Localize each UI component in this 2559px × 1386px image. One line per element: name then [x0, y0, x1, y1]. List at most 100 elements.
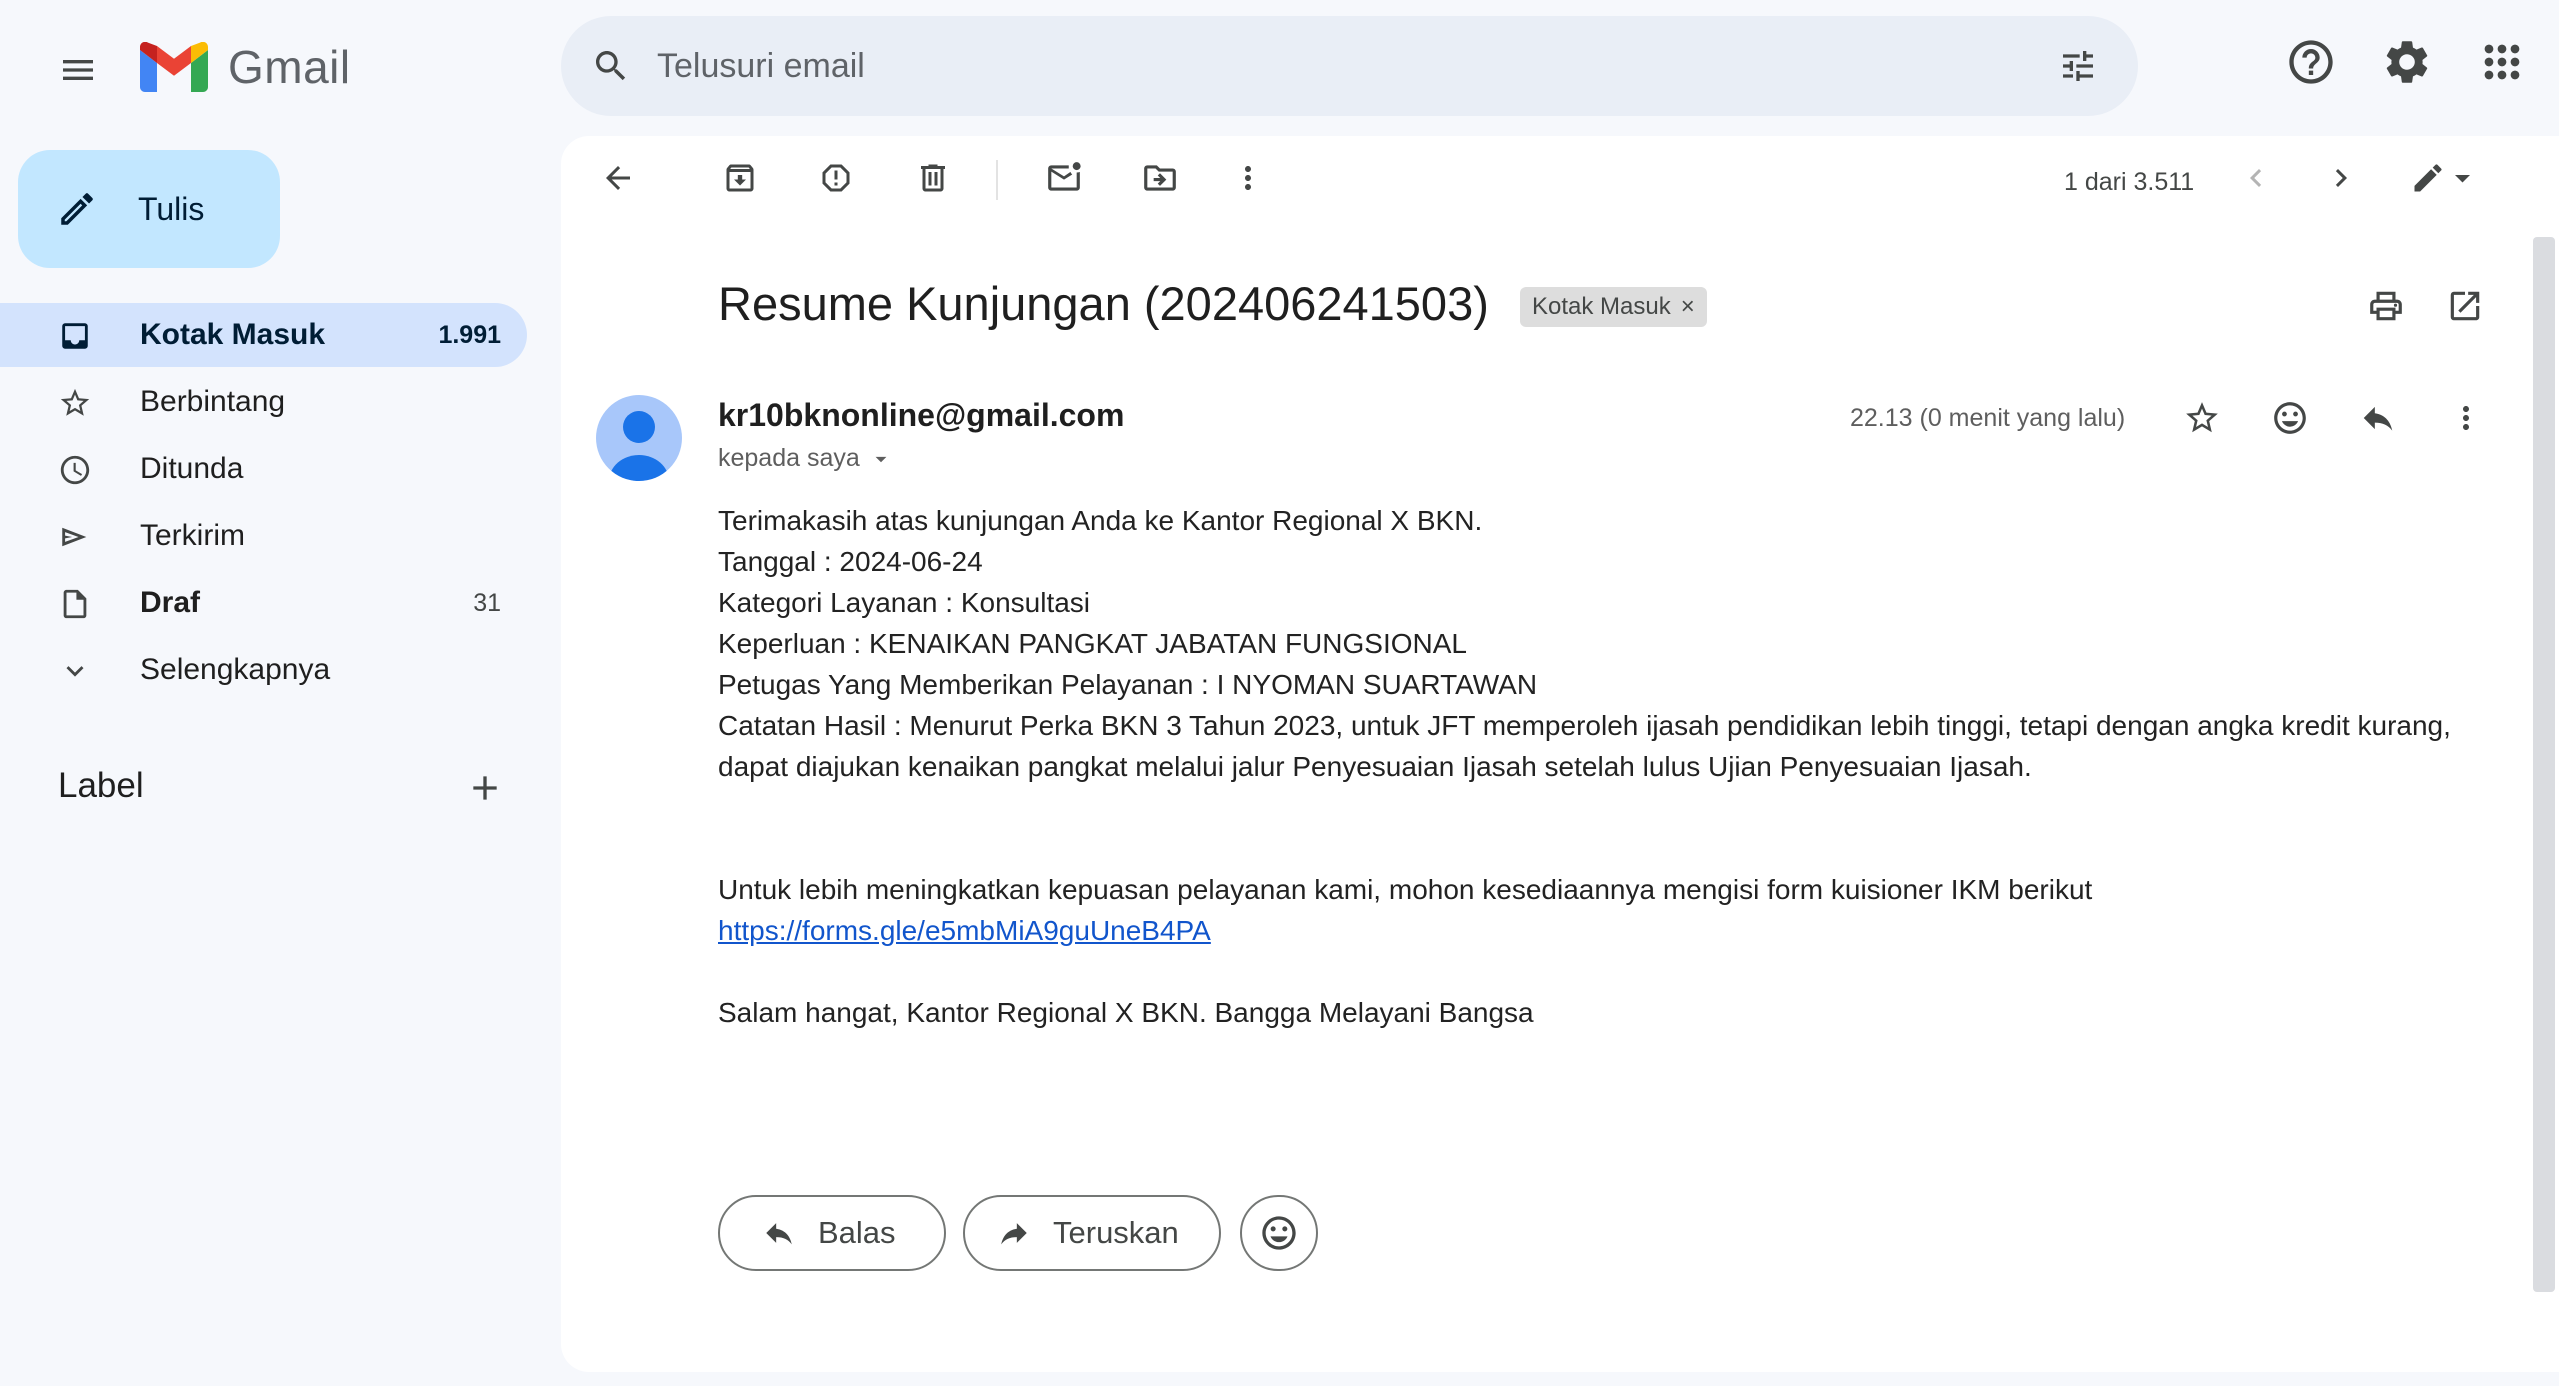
top-bar: Gmail [0, 0, 2559, 132]
help-icon [2289, 40, 2333, 84]
archive-button[interactable] [712, 150, 768, 206]
report-icon [822, 164, 850, 192]
body-line: Terimakasih atas kunjungan Anda ke Kanto… [718, 505, 1483, 536]
survey-link[interactable]: https://forms.gle/e5mbMiA9guUneB4PA [718, 915, 1211, 946]
sidebar-nav: Kotak Masuk 1.991 Berbintang Ditunda Ter… [0, 303, 527, 705]
settings-button[interactable] [2381, 36, 2433, 88]
sidebar-item-drafts[interactable]: Draf 31 [0, 571, 527, 635]
forward-icon [1001, 1223, 1027, 1245]
archive-icon [726, 164, 754, 192]
hamburger-menu-icon [63, 60, 93, 80]
gear-icon [2386, 41, 2428, 83]
sidebar-item-more[interactable]: Selengkapnya [0, 638, 527, 702]
email-body: Terimakasih atas kunjungan Anda ke Kanto… [718, 500, 2498, 1033]
search-input[interactable] [657, 36, 1957, 96]
add-label-icon[interactable] [465, 768, 505, 808]
reply-icon [2363, 406, 2393, 431]
sidebar-item-label: Kotak Masuk [140, 318, 326, 351]
move-to-button[interactable] [1132, 150, 1188, 206]
emoji-icon [2274, 402, 2306, 434]
search-options-icon[interactable] [2058, 46, 2098, 86]
sidebar-item-inbox[interactable]: Kotak Masuk 1.991 [0, 303, 527, 367]
gmail-logo[interactable]: Gmail [140, 40, 351, 94]
older-button[interactable] [2313, 150, 2369, 206]
print-icon [2370, 291, 2402, 321]
star-button[interactable] [2174, 390, 2230, 446]
body-line: Kategori Layanan : Konsultasi [718, 587, 1091, 618]
sidebar-item-label: Selengkapnya [140, 653, 331, 686]
send-icon [62, 527, 87, 547]
clock-icon [60, 455, 90, 485]
body-line: Untuk lebih meningkatkan kepuasan pelaya… [718, 874, 2093, 905]
search-bar[interactable] [561, 16, 2138, 116]
remove-label-icon[interactable]: × [1681, 293, 1695, 321]
chevron-left-icon [2250, 169, 2262, 187]
trash-icon [921, 164, 945, 192]
open-in-new-icon [2450, 291, 2480, 321]
emoji-icon [1262, 1216, 1296, 1250]
scrollbar[interactable] [2533, 237, 2555, 1292]
open-new-window-button[interactable] [2437, 278, 2493, 334]
body-line: Keperluan : KENAIKAN PANGKAT JABATAN FUN… [718, 628, 1467, 659]
star-icon [60, 388, 90, 416]
body-closing: Salam hangat, Kantor Regional X BKN. Ban… [718, 997, 1534, 1028]
back-button[interactable] [590, 150, 646, 206]
sidebar-item-snoozed[interactable]: Ditunda [0, 437, 527, 501]
delete-button[interactable] [905, 150, 961, 206]
chevron-right-icon [2335, 169, 2347, 187]
add-reaction-button[interactable] [2262, 390, 2318, 446]
arrow-back-icon [606, 166, 630, 190]
toolbar-divider [996, 160, 998, 200]
recipient-details[interactable]: kepada saya [718, 444, 894, 473]
search-icon[interactable] [591, 46, 631, 86]
reply-icon [766, 1223, 792, 1245]
reply-icon-button[interactable] [2350, 390, 2406, 446]
print-button[interactable] [2358, 278, 2414, 334]
caret-down-icon[interactable] [868, 446, 894, 472]
sender-email[interactable]: kr10bknonline@gmail.com [718, 397, 1124, 434]
report-spam-button[interactable] [808, 150, 864, 206]
pencil-icon [61, 193, 93, 225]
body-line: Tanggal : 2024-06-24 [718, 546, 983, 577]
body-line: Catatan Hasil : Menurut Perka BKN 3 Tahu… [718, 710, 2451, 782]
newer-button[interactable] [2228, 150, 2284, 206]
label-chip[interactable]: Kotak Masuk × [1520, 287, 1707, 327]
emoji-reaction-button[interactable] [1240, 1195, 1318, 1271]
reply-button[interactable]: Balas [718, 1195, 946, 1271]
forward-label: Teruskan [1053, 1215, 1179, 1250]
main-menu-button[interactable] [46, 38, 110, 102]
move-folder-icon [1144, 165, 1176, 191]
email-subject: Resume Kunjungan (202406241503) [718, 277, 1489, 330]
sidebar-item-starred[interactable]: Berbintang [0, 370, 527, 434]
mark-unread-icon [1048, 162, 1081, 191]
compose-label: Tulis [138, 190, 205, 227]
compose-button[interactable]: Tulis [18, 150, 280, 268]
pagination-text: 1 dari 3.511 [2064, 168, 2195, 196]
mark-unread-button[interactable] [1036, 150, 1092, 206]
label-chip-text: Kotak Masuk [1532, 293, 1671, 320]
message-more-button[interactable] [2438, 390, 2494, 446]
reply-label: Balas [818, 1215, 896, 1250]
sidebar-item-label: Ditunda [140, 452, 244, 485]
more-vert-icon [1245, 166, 1251, 190]
inbox-icon [62, 323, 88, 349]
body-line: Petugas Yang Memberikan Pelayanan : I NY… [718, 669, 1538, 700]
pencil-dropdown-icon [2414, 164, 2470, 192]
sidebar-item-label: Berbintang [140, 385, 286, 418]
avatar[interactable] [596, 395, 682, 481]
recipient-text: kepada saya [718, 444, 860, 472]
input-tools-button[interactable] [2398, 150, 2488, 206]
message-time: 22.13 (0 menit yang lalu) [1850, 404, 2126, 432]
help-button[interactable] [2285, 36, 2337, 88]
sidebar-item-sent[interactable]: Terkirim [0, 504, 527, 568]
apps-button[interactable] [2476, 36, 2528, 88]
draft-icon [63, 589, 87, 619]
draft-count: 31 [473, 588, 501, 617]
sidebar-item-label: Draf [140, 586, 201, 619]
default-avatar-icon [609, 411, 669, 481]
more-actions-button[interactable] [1220, 150, 1276, 206]
forward-button[interactable]: Teruskan [963, 1195, 1221, 1271]
apps-grid-icon [2484, 44, 2520, 80]
